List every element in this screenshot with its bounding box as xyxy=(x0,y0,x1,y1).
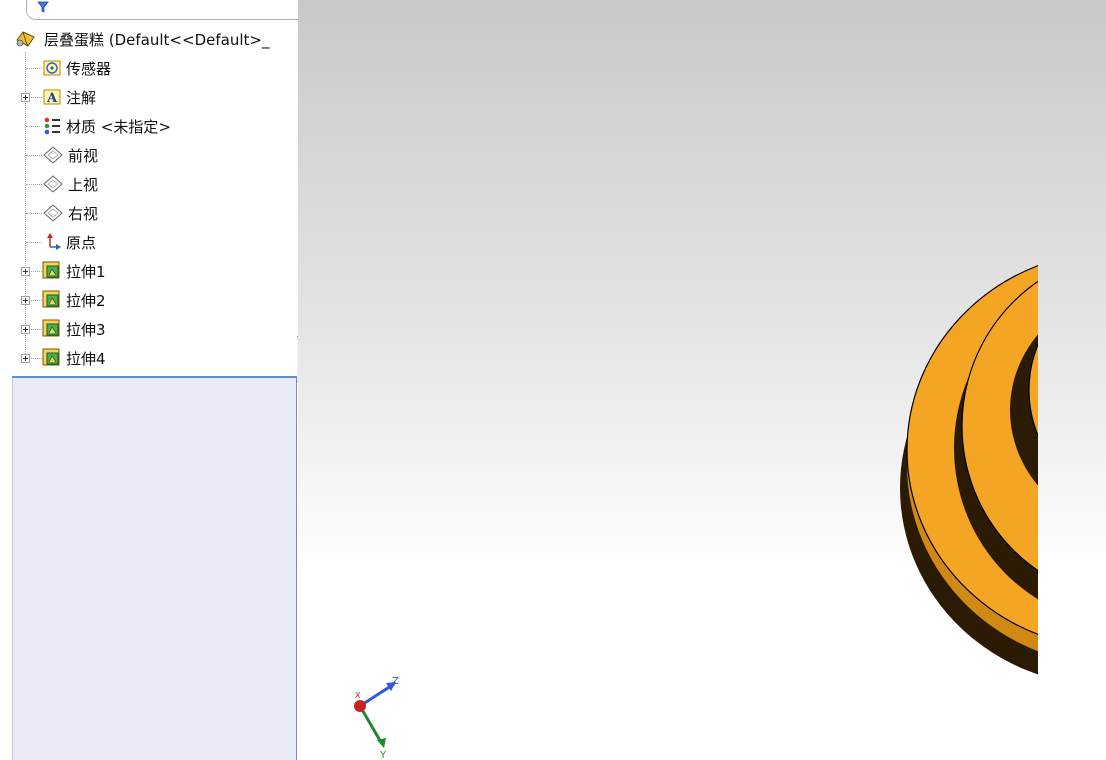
triad-x-label: X xyxy=(355,691,361,700)
annotation-icon: A xyxy=(43,89,61,106)
origin-icon xyxy=(47,233,61,250)
tree-item-6[interactable]: 右视 xyxy=(42,200,98,226)
tree-item-label: 拉伸3 xyxy=(66,320,106,339)
plane-icon xyxy=(43,175,63,193)
tree-expand-toggle[interactable] xyxy=(21,325,30,334)
tree-item-2[interactable]: A 注解 xyxy=(42,84,96,110)
tree-item-label: 注解 xyxy=(66,88,97,107)
tree-connector-branch xyxy=(26,126,42,127)
triad-z-label: Z xyxy=(392,676,399,687)
feature-manager-panel: 层叠蛋糕 (Default<<Default>_ 传感器 A 注解材质 <未指定> 前… xyxy=(0,0,310,760)
part-icon xyxy=(16,31,35,47)
extrude-icon xyxy=(42,348,60,366)
tree-item-label: 材质 <未指定> xyxy=(66,117,171,136)
tree-item-label: 拉伸2 xyxy=(66,291,106,310)
svg-text:A: A xyxy=(46,91,58,106)
layered-cake-model[interactable] xyxy=(598,240,1038,700)
tree-expand-toggle[interactable] xyxy=(21,354,30,363)
tree-item-9[interactable]: 拉伸2 xyxy=(42,287,106,313)
tree-item-label: 原点 xyxy=(66,233,97,252)
tree-expand-toggle[interactable] xyxy=(21,267,30,276)
tree-connector-branch xyxy=(26,68,42,69)
triad-y-label: Y xyxy=(379,750,387,760)
tree-item-4[interactable]: 前视 xyxy=(42,142,98,168)
tree-item-10[interactable]: 拉伸3 xyxy=(42,316,106,342)
tree-item-label: 前视 xyxy=(68,146,99,165)
plane-icon xyxy=(43,146,63,164)
graphics-viewport[interactable]: Z X Y xyxy=(298,0,1106,760)
tree-connector-branch xyxy=(26,213,42,214)
view-orientation-triad[interactable]: Z X Y xyxy=(346,670,416,760)
tree-item-11[interactable]: 拉伸4 xyxy=(42,345,106,371)
tree-item-label: 拉伸4 xyxy=(66,349,106,368)
tree-item-8[interactable]: 拉伸1 xyxy=(42,258,106,284)
part-name: 层叠蛋糕 (Default<<Default>_ xyxy=(44,30,270,49)
tree-root-part[interactable]: 层叠蛋糕 (Default<<Default>_ xyxy=(14,26,269,52)
tree-connector-branch xyxy=(26,184,42,185)
tree-item-3[interactable]: 材质 <未指定> xyxy=(42,113,171,139)
extrude-icon xyxy=(42,319,60,337)
extrude-icon xyxy=(42,290,60,308)
material-icon xyxy=(44,117,60,135)
tree-item-7[interactable]: 原点 xyxy=(42,229,96,255)
tree-item-5[interactable]: 上视 xyxy=(42,171,98,197)
tree-expand-toggle[interactable] xyxy=(21,296,30,305)
tree-connector-branch xyxy=(26,242,42,243)
tree-connector-branch xyxy=(26,155,42,156)
extrude-icon xyxy=(42,261,60,279)
tree-expand-toggle[interactable] xyxy=(21,93,30,102)
tree-item-label: 传感器 xyxy=(66,59,112,78)
tree-item-1[interactable]: 传感器 xyxy=(42,55,111,81)
plane-icon xyxy=(43,204,63,222)
tree-item-label: 拉伸1 xyxy=(66,262,106,281)
tree-filter-box[interactable] xyxy=(26,0,308,20)
sensor-icon xyxy=(43,60,61,76)
tree-item-label: 右视 xyxy=(68,204,99,223)
tree-item-label: 上视 xyxy=(68,175,99,194)
filter-icon[interactable] xyxy=(37,1,49,13)
